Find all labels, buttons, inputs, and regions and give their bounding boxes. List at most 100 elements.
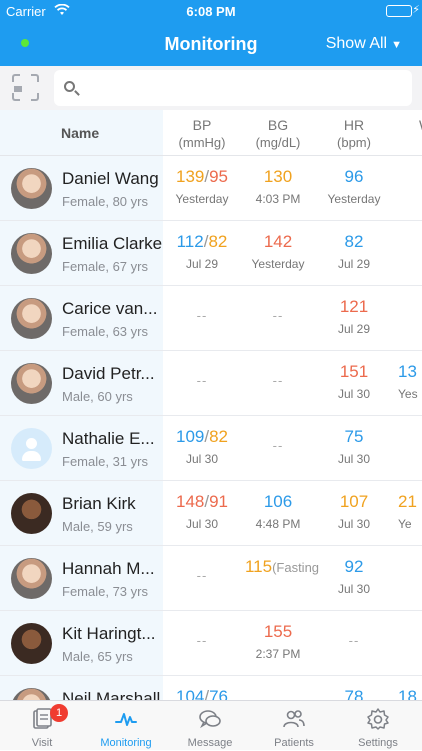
bp-empty: -- bbox=[196, 568, 208, 583]
avatar bbox=[11, 363, 52, 404]
bg-value: 115 bbox=[244, 557, 273, 576]
charging-icon: ⚡ bbox=[412, 4, 420, 16]
bg-cell: 155 2:37 PM bbox=[239, 621, 317, 661]
hr-value: 92 bbox=[344, 557, 364, 576]
column-header-unit: (mg/dL) bbox=[255, 135, 301, 150]
search-box[interactable] bbox=[54, 70, 412, 106]
weight-time: Yes bbox=[398, 387, 418, 401]
bg-time: Yesterday bbox=[251, 257, 305, 271]
hr-cell: 107 Jul 30 bbox=[315, 491, 393, 531]
hr-time: Jul 30 bbox=[337, 452, 371, 466]
hr-value: 107 bbox=[339, 492, 369, 511]
table-row[interactable]: Brian Kirk Male, 59 yrs 148/91 Jul 30 10… bbox=[0, 481, 422, 546]
patient-name: Nathalie E... bbox=[62, 429, 155, 448]
weight-cell: 21 Ye bbox=[398, 491, 422, 531]
patient-name: Carice van... bbox=[62, 299, 158, 318]
column-header-bg[interactable]: BG (mg/dL) bbox=[239, 117, 317, 151]
hr-cell: 75 Jul 30 bbox=[315, 426, 393, 466]
search-bar bbox=[0, 66, 422, 110]
avatar bbox=[11, 493, 52, 534]
avatar bbox=[11, 168, 52, 209]
column-header-hr[interactable]: HR (bpm) bbox=[315, 117, 393, 151]
bp-cell: 148/91 Jul 30 bbox=[163, 491, 241, 531]
patient-name: Neil Marshall bbox=[62, 689, 161, 700]
hr-cell: 82 Jul 29 bbox=[315, 231, 393, 271]
bp-cell: 104/76 bbox=[163, 686, 241, 700]
column-header-label: BG bbox=[267, 117, 289, 133]
table-row[interactable]: Kit Haringt... Male, 65 yrs -- 155 2:37 … bbox=[0, 611, 422, 676]
bp-diastolic: 95 bbox=[209, 167, 229, 186]
name-column-header[interactable]: Name bbox=[61, 125, 99, 141]
battery-icon bbox=[386, 5, 412, 17]
bp-cell: 109/82 Jul 30 bbox=[163, 426, 241, 466]
column-header-bp[interactable]: BP (mmHg) bbox=[163, 117, 241, 151]
bp-empty: -- bbox=[196, 308, 208, 323]
tab-label: Message bbox=[187, 737, 233, 749]
table-row[interactable]: Nathalie E... Female, 31 yrs 109/82 Jul … bbox=[0, 416, 422, 481]
pulse-icon bbox=[115, 713, 137, 726]
bg-empty: -- bbox=[272, 308, 284, 323]
hr-value: 75 bbox=[344, 427, 364, 446]
avatar bbox=[11, 233, 52, 274]
bp-empty: -- bbox=[196, 373, 208, 388]
patient-name: David Petr... bbox=[62, 364, 155, 383]
table-row[interactable]: Neil Marshall 104/76 78 18 bbox=[0, 676, 422, 700]
hr-cell: 121 Jul 29 bbox=[315, 296, 393, 336]
tab-patients[interactable]: Patients bbox=[252, 701, 336, 751]
table-row[interactable]: Hannah M... Female, 73 yrs -- 115(Fastin… bbox=[0, 546, 422, 611]
patient-info: Male, 65 yrs bbox=[62, 649, 133, 664]
hr-cell: 96 Yesterday bbox=[315, 166, 393, 206]
tab-visit[interactable]: 1 Visit bbox=[0, 701, 84, 751]
bp-cell: 112/82 Jul 29 bbox=[163, 231, 241, 271]
patient-name: Emilia Clarke bbox=[62, 234, 163, 253]
monitoring-table[interactable]: Name BP (mmHg) BG (mg/dL) HR (bpm) W Dan… bbox=[0, 110, 422, 700]
hr-value: 96 bbox=[344, 167, 364, 186]
avatar-placeholder-icon bbox=[11, 428, 52, 469]
column-header-weight[interactable]: W bbox=[391, 117, 422, 134]
patient-info: Female, 80 yrs bbox=[62, 194, 148, 209]
weight-cell: 18 bbox=[398, 686, 422, 700]
bg-value: 142 bbox=[263, 232, 293, 251]
tab-message[interactable]: Message bbox=[168, 701, 252, 751]
chevron-down-icon: ▼ bbox=[391, 39, 402, 51]
patient-info: Female, 31 yrs bbox=[62, 454, 148, 469]
avatar bbox=[11, 558, 52, 599]
show-all-filter[interactable]: Show All ▼ bbox=[326, 35, 402, 53]
bg-cell: 142 Yesterday bbox=[239, 231, 317, 271]
filter-label: Show All bbox=[325, 35, 388, 52]
status-bar: Carrier 6:08 PM ⚡ bbox=[0, 0, 422, 22]
scan-icon[interactable] bbox=[12, 74, 39, 101]
table-header: Name BP (mmHg) BG (mg/dL) HR (bpm) W bbox=[0, 110, 422, 156]
patient-info: Female, 67 yrs bbox=[62, 259, 148, 274]
column-header-unit: (bpm) bbox=[337, 135, 371, 150]
bg-time: 4:48 PM bbox=[255, 517, 301, 531]
patient-name: Brian Kirk bbox=[62, 494, 136, 513]
tab-settings[interactable]: Settings bbox=[336, 701, 420, 751]
bg-time: 2:37 PM bbox=[255, 647, 301, 661]
table-row[interactable]: Carice van... Female, 63 yrs -- -- 121 J… bbox=[0, 286, 422, 351]
table-row[interactable]: David Petr... Male, 60 yrs -- -- 151 Jul… bbox=[0, 351, 422, 416]
bp-diastolic: 82 bbox=[208, 232, 228, 251]
weight-value: 13 bbox=[398, 362, 417, 381]
tab-monitoring[interactable]: Monitoring bbox=[84, 701, 168, 751]
patient-name: Daniel Wang bbox=[62, 169, 159, 188]
bg-value: 155 bbox=[263, 622, 293, 641]
table-row[interactable]: Daniel Wang Female, 80 yrs 139/95 Yester… bbox=[0, 156, 422, 221]
hr-cell: 92 Jul 30 bbox=[315, 556, 393, 596]
patient-info: Female, 63 yrs bbox=[62, 324, 148, 339]
bp-systolic: 139 bbox=[175, 167, 205, 186]
bg-cell: 106 4:48 PM bbox=[239, 491, 317, 531]
nav-bar: Monitoring Show All ▼ bbox=[0, 22, 422, 66]
people-icon bbox=[283, 710, 305, 728]
bp-diastolic: 91 bbox=[209, 492, 229, 511]
column-header-label: HR bbox=[343, 117, 365, 133]
table-row[interactable]: Emilia Clarke Female, 67 yrs 112/82 Jul … bbox=[0, 221, 422, 286]
hr-value: 121 bbox=[339, 297, 369, 316]
hr-empty: -- bbox=[348, 633, 360, 648]
search-input[interactable] bbox=[84, 76, 404, 100]
bg-empty: -- bbox=[272, 438, 284, 453]
hr-cell: 151 Jul 30 bbox=[315, 361, 393, 401]
tab-label: Patients bbox=[274, 737, 314, 749]
weight-time: Ye bbox=[398, 517, 412, 531]
bg-value: 106 bbox=[263, 492, 293, 511]
